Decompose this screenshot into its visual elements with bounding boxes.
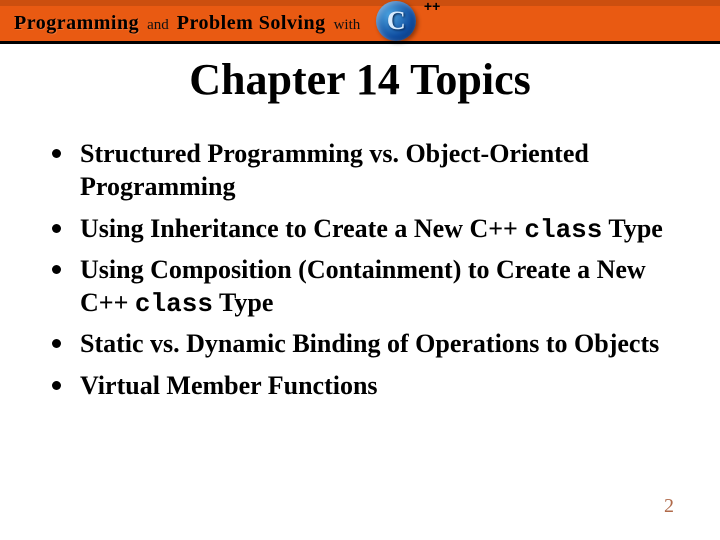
topic-text-post: Type (602, 214, 662, 243)
topic-text: Virtual Member Functions (80, 371, 378, 400)
list-item: Using Inheritance to Create a New C++ cl… (38, 212, 682, 247)
slide-title: Chapter 14 Topics (0, 54, 720, 105)
page-number: 2 (664, 495, 674, 518)
topic-code: class (524, 215, 602, 245)
header-banner: Programming and Problem Solving with ++ (0, 0, 720, 44)
banner-word-programming: Programming (14, 12, 139, 35)
banner-word-and: and (147, 17, 169, 34)
banner-word-with: with (334, 17, 361, 34)
cpp-logo-icon: ++ (376, 1, 432, 41)
banner-word-problem-solving: Problem Solving (177, 12, 326, 35)
topic-text: Static vs. Dynamic Binding of Operations… (80, 329, 659, 358)
topic-text: Structured Programming vs. Object-Orient… (80, 139, 589, 201)
topic-text: Using Inheritance to Create a New C++ (80, 214, 524, 243)
cpp-plus-plus: ++ (424, 1, 440, 11)
slide-body: Structured Programming vs. Object-Orient… (0, 105, 720, 404)
list-item: Virtual Member Functions (38, 369, 682, 404)
list-item: Structured Programming vs. Object-Orient… (38, 137, 682, 206)
topic-list: Structured Programming vs. Object-Orient… (38, 137, 682, 404)
list-item: Using Composition (Containment) to Creat… (38, 253, 682, 322)
topic-code: class (135, 289, 213, 319)
list-item: Static vs. Dynamic Binding of Operations… (38, 327, 682, 362)
topic-text-post: Type (213, 288, 273, 317)
